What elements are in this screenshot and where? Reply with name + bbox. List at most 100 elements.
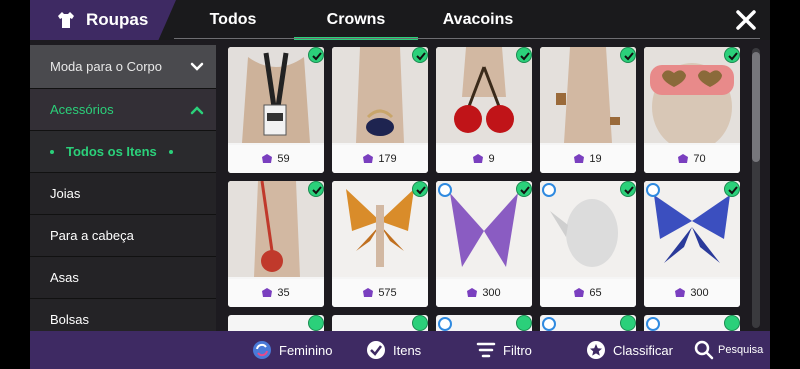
pesquisa-button[interactable]: Pesquisa — [694, 331, 763, 369]
classificar-button[interactable]: Classificar — [586, 331, 673, 369]
sidebar-item-label: Acessórios — [50, 102, 114, 117]
owned-check-icon — [412, 315, 428, 331]
bullet-icon — [50, 149, 54, 154]
crown-gem-icon — [574, 154, 585, 163]
crown-gem-icon — [363, 154, 374, 163]
item-price: 19 — [540, 145, 636, 173]
chevron-up-icon — [190, 105, 204, 114]
item-card-partial[interactable] — [436, 315, 532, 331]
screen-right-edge — [770, 0, 800, 369]
grid-scrollbar[interactable] — [752, 48, 760, 328]
item-price: 575 — [332, 279, 428, 307]
scrollbar-thumb[interactable] — [752, 52, 760, 162]
roupas-header: Roupas — [30, 0, 176, 40]
price-value: 70 — [693, 153, 706, 165]
item-card-partial[interactable] — [228, 315, 324, 331]
sidebar-item-label: Para a cabeça — [50, 228, 134, 243]
price-value: 300 — [690, 287, 709, 299]
close-icon[interactable] — [734, 8, 758, 32]
limited-time-clock-icon — [438, 317, 452, 331]
tab-divider — [174, 38, 760, 39]
price-value: 35 — [277, 287, 290, 299]
item-card-crossbody-bag[interactable]: 35 — [228, 181, 324, 307]
item-card-lanyard[interactable]: 59 — [228, 47, 324, 173]
item-card-partial[interactable] — [644, 315, 740, 331]
item-card-sleep-mask[interactable]: 70 — [644, 47, 740, 173]
top-bar: Roupas Todos Crowns Avacoins — [30, 0, 770, 40]
pesquisa-label: Pesquisa — [718, 344, 764, 356]
item-grid: 59 179 9 19 70 35 575 300 65 300 — [226, 45, 760, 331]
tab-label: Avacoins — [442, 11, 514, 28]
filter-icon — [476, 342, 496, 358]
crown-gem-icon — [678, 154, 689, 163]
sidebar-item-label: Joias — [50, 186, 81, 201]
sidebar-item-todos-os-itens[interactable]: Todos os Itens — [30, 131, 216, 173]
owned-check-icon — [620, 47, 636, 63]
tab-todos[interactable]: Todos — [190, 0, 276, 40]
owned-check-icon — [412, 181, 428, 197]
item-price: 35 — [228, 279, 324, 307]
item-price: 65 — [540, 279, 636, 307]
owned-check-icon — [620, 315, 636, 331]
item-card-purple-wings[interactable]: 300 — [436, 181, 532, 307]
sidebar-item-label: Todos os Itens — [66, 144, 157, 159]
sidebar-item-asas[interactable]: Asas — [30, 257, 216, 299]
sidebar-item-label: Moda para o Corpo — [50, 59, 163, 74]
item-price: 300 — [644, 279, 740, 307]
item-card-orange-wings[interactable]: 575 — [332, 181, 428, 307]
tab-avacoins[interactable]: Avacoins — [430, 0, 526, 40]
sidebar-item-moda-para-o-corpo[interactable]: Moda para o Corpo — [30, 45, 216, 89]
limited-time-clock-icon — [646, 183, 660, 197]
owned-check-icon — [412, 47, 428, 63]
tab-label: Crowns — [326, 11, 386, 28]
owned-check-icon — [308, 181, 324, 197]
item-price: 70 — [644, 145, 740, 173]
screen-left-edge — [0, 0, 30, 369]
crown-gem-icon — [467, 288, 478, 297]
price-value: 65 — [589, 287, 602, 299]
feminino-button[interactable]: Feminino — [252, 331, 332, 369]
filtro-button[interactable]: Filtro — [476, 331, 532, 369]
item-price: 59 — [228, 145, 324, 173]
owned-check-icon — [308, 47, 324, 63]
sidebar-item-acessorios[interactable]: Acessórios — [30, 89, 216, 131]
price-value: 575 — [378, 287, 397, 299]
owned-check-icon — [724, 47, 740, 63]
itens-button[interactable]: Itens — [366, 331, 421, 369]
item-price: 179 — [332, 145, 428, 173]
section-title: Roupas — [86, 10, 149, 29]
classificar-label: Classificar — [613, 342, 673, 358]
check-circle-icon — [367, 341, 385, 359]
crown-gem-icon — [473, 154, 484, 163]
item-card-blue-wings[interactable]: 300 — [644, 181, 740, 307]
item-card-elf-ears[interactable]: 65 — [540, 181, 636, 307]
shirt-icon — [58, 12, 74, 28]
item-price: 300 — [436, 279, 532, 307]
item-card-handbag[interactable]: 179 — [332, 47, 428, 173]
price-value: 59 — [277, 153, 290, 165]
price-value: 300 — [482, 287, 501, 299]
sidebar-item-para-a-cabeca[interactable]: Para a cabeça — [30, 215, 216, 257]
price-value: 9 — [488, 153, 495, 165]
sort-star-icon — [587, 341, 605, 359]
item-card-partial[interactable] — [540, 315, 636, 331]
crown-gem-icon — [363, 288, 374, 297]
filtro-label: Filtro — [503, 342, 532, 358]
sidebar-item-label: Bolsas — [50, 312, 90, 327]
item-card-partial[interactable] — [332, 315, 428, 331]
wardrobe-screen: Roupas Todos Crowns Avacoins Moda para o… — [30, 0, 770, 369]
owned-check-icon — [516, 181, 532, 197]
sidebar-item-label: Asas — [50, 270, 79, 285]
price-value: 19 — [589, 153, 602, 165]
itens-label: Itens — [393, 342, 422, 358]
price-value: 179 — [378, 153, 397, 165]
item-card-bracelets[interactable]: 19 — [540, 47, 636, 173]
limited-time-clock-icon — [542, 183, 556, 197]
item-card-cherries[interactable]: 9 — [436, 47, 532, 173]
tab-crowns[interactable]: Crowns — [294, 0, 418, 40]
sidebar-item-joias[interactable]: Joias — [30, 173, 216, 215]
owned-check-icon — [724, 315, 740, 331]
limited-time-clock-icon — [438, 183, 452, 197]
owned-check-icon — [516, 47, 532, 63]
feminino-label: Feminino — [279, 342, 333, 358]
